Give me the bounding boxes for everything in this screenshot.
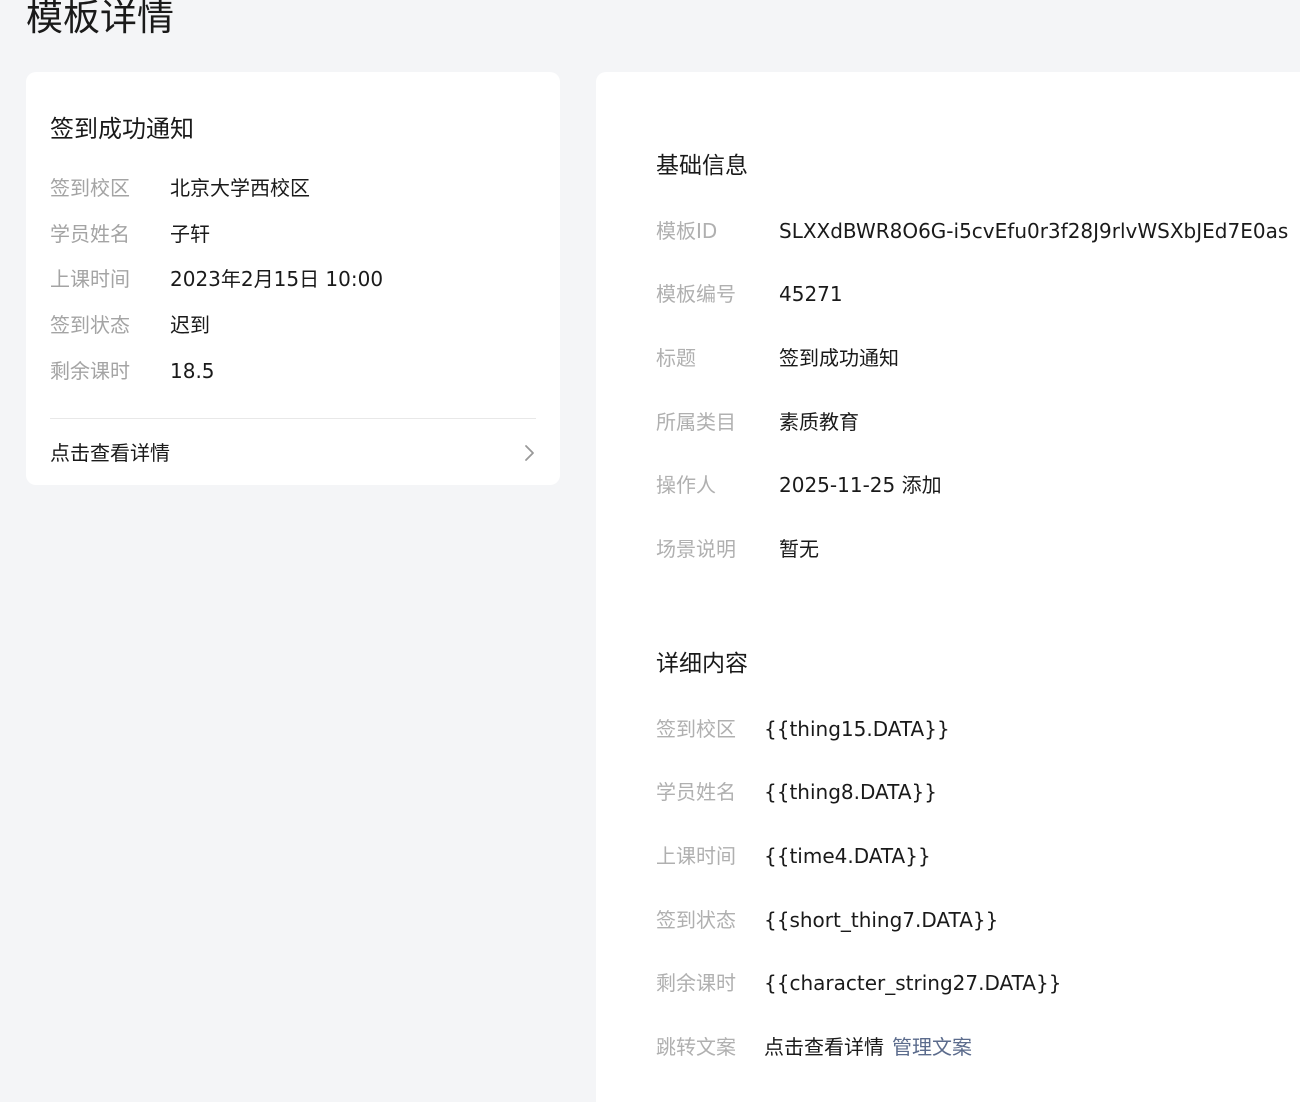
preview-row: 上课时间 2023年2月15日 10:00 [50,265,383,293]
info-value: 45271 [779,282,843,306]
message-preview-card: 签到成功通知 签到校区 北京大学西校区 学员姓名 子轩 上课时间 2023年2月15日… [26,72,560,485]
content-label: 签到状态 [656,908,736,932]
info-label: 模板ID [656,219,718,243]
basic-info-title: 基础信息 [656,153,748,179]
preview-row-label: 签到状态 [50,313,130,337]
preview-row-value: 18.5 [170,359,215,383]
content-label: 跳转文案 [656,1035,736,1059]
content-label: 上课时间 [656,844,736,868]
content-row: 跳转文案 点击查看详情 管理文案 [656,1033,972,1061]
info-label: 场景说明 [656,537,736,561]
preview-row-label: 签到校区 [50,176,130,200]
details-title: 详细内容 [656,651,748,677]
content-row: 剩余课时 {{character_string27.DATA}} [656,969,1061,997]
info-value: SLXXdBWR8O6G-i5cvEfu0r3f28J9rlvWSXbJEd7E… [779,219,1289,243]
view-details-link[interactable]: 点击查看详情 [50,437,536,469]
preview-row-label: 上课时间 [50,267,130,291]
info-value: 暂无 [779,537,819,561]
content-value: {{short_thing7.DATA}} [764,908,999,932]
content-value: {{time4.DATA}} [764,844,931,868]
info-row-scene: 场景说明 暂无 [656,535,819,563]
preview-row-value: 子轩 [170,222,210,246]
view-details-label: 点击查看详情 [50,441,170,465]
content-value: {{character_string27.DATA}} [764,971,1062,995]
preview-row: 学员姓名 子轩 [50,220,210,248]
info-value: 签到成功通知 [779,346,899,370]
preview-row: 签到校区 北京大学西校区 [50,174,310,202]
info-row-title: 标题 签到成功通知 [656,344,899,372]
info-row-operator: 操作人 2025-11-25 添加 [656,471,942,499]
preview-row-label: 剩余课时 [50,359,130,383]
template-detail-panel: 基础信息 模板ID SLXXdBWR8O6G-i5cvEfu0r3f28J9rlv… [596,72,1300,1102]
info-value: 素质教育 [779,410,859,434]
info-label: 操作人 [656,473,716,497]
preview-row: 签到状态 迟到 [50,311,210,339]
preview-divider [50,418,536,419]
manage-copy-link[interactable]: 管理文案 [892,1035,972,1059]
content-value: 点击查看详情 [764,1035,884,1059]
content-label: 签到校区 [656,717,736,741]
content-row: 上课时间 {{time4.DATA}} [656,842,931,870]
preview-row-value: 北京大学西校区 [170,176,310,200]
info-label: 所属类目 [656,410,736,434]
preview-row-value: 2023年2月15日 10:00 [170,267,384,291]
content-value: {{thing8.DATA}} [764,780,937,804]
page-title: 模板详情 [26,0,174,39]
content-label: 学员姓名 [656,780,736,804]
chevron-right-icon [525,445,534,461]
info-value: 2025-11-25 添加 [779,473,942,497]
content-row: 签到校区 {{thing15.DATA}} [656,715,950,743]
preview-row-label: 学员姓名 [50,222,130,246]
preview-row: 剩余课时 18.5 [50,357,215,385]
preview-row-value: 迟到 [170,313,210,337]
content-row: 学员姓名 {{thing8.DATA}} [656,778,937,806]
content-row: 签到状态 {{short_thing7.DATA}} [656,906,998,934]
info-row-template-number: 模板编号 45271 [656,280,843,308]
info-row-category: 所属类目 素质教育 [656,408,859,436]
info-row-template-id: 模板ID SLXXdBWR8O6G-i5cvEfu0r3f28J9rlvWSXbJ… [656,217,1288,245]
info-label: 模板编号 [656,282,736,306]
content-label: 剩余课时 [656,971,736,995]
preview-title: 签到成功通知 [50,115,194,143]
content-value: {{thing15.DATA}} [764,717,950,741]
info-label: 标题 [656,346,696,370]
